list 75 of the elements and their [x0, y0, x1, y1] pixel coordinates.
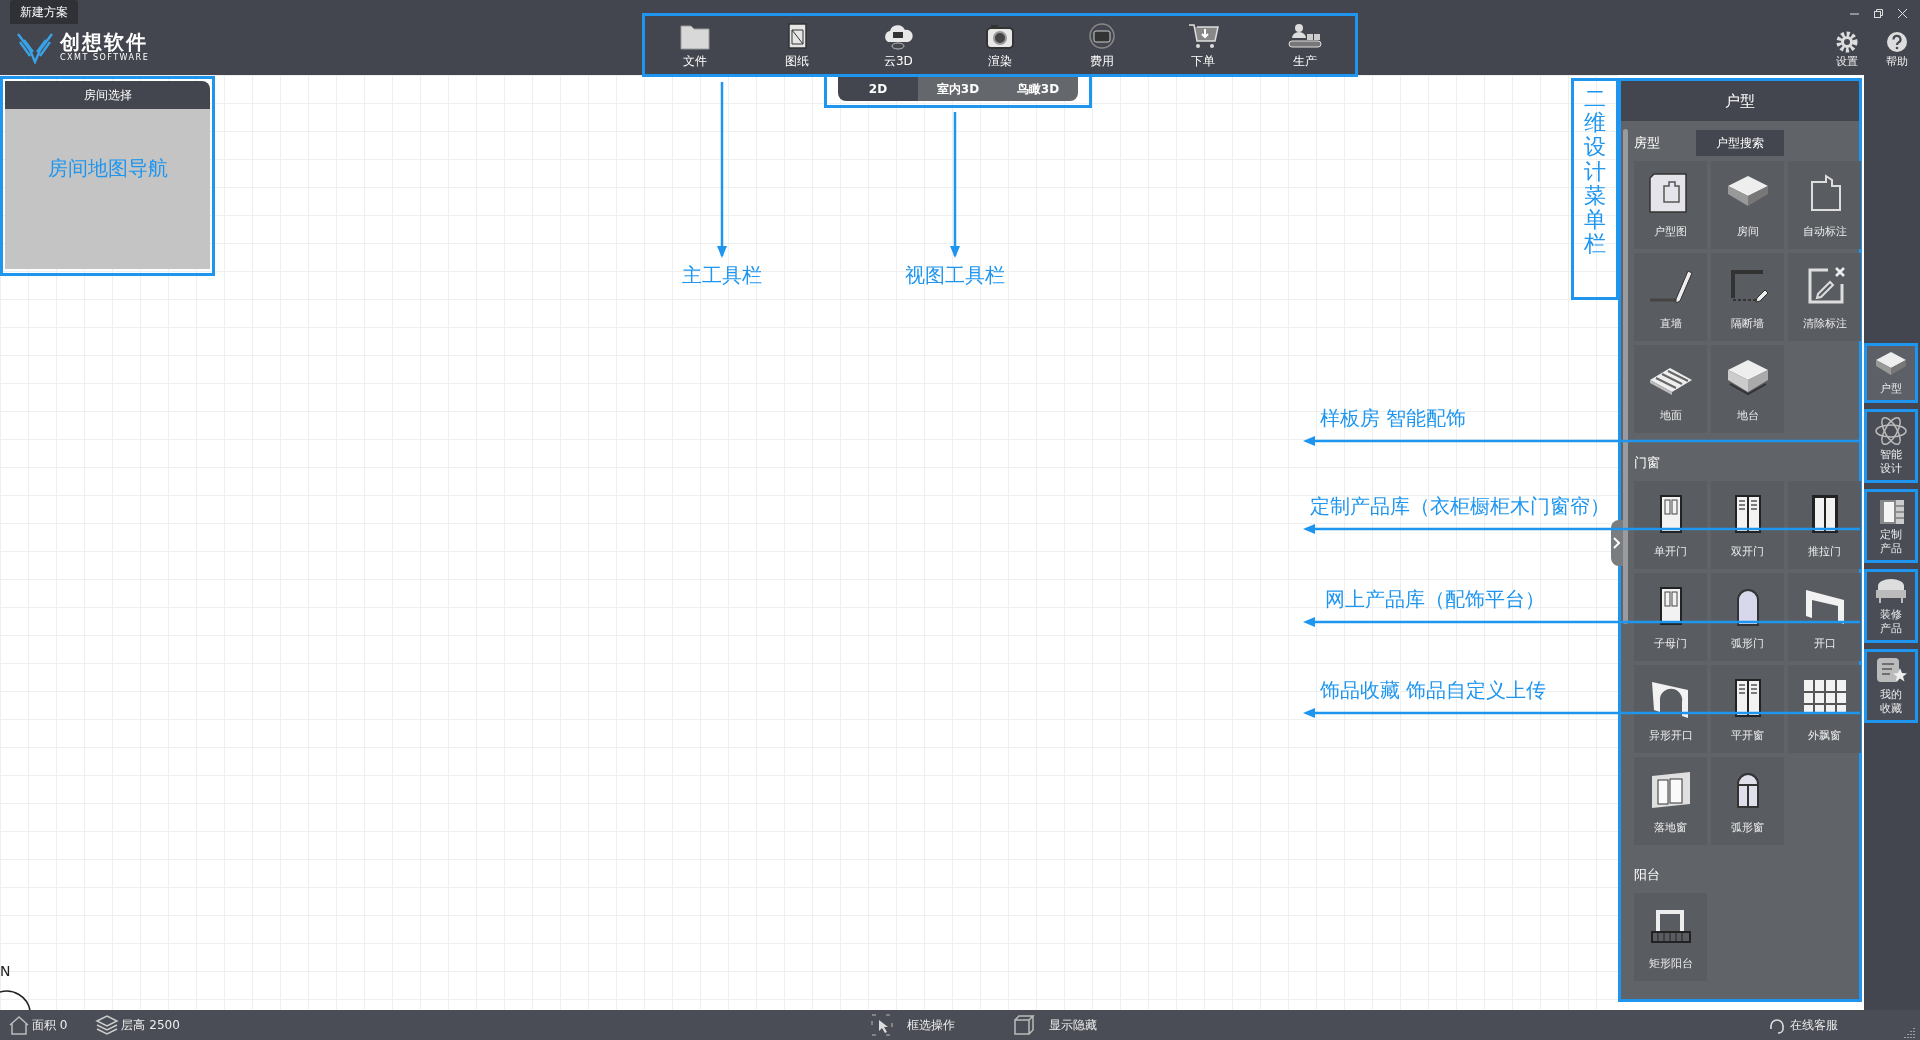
toolbar-button[interactable]: 下单: [1175, 16, 1232, 74]
tool-tile[interactable]: 异形开口: [1634, 665, 1707, 753]
annotation-label: 定制产品库（衣柜橱柜木门窗帘）: [1310, 493, 1610, 520]
help-icon: [1885, 30, 1909, 54]
tool-tile[interactable]: 户型图: [1634, 161, 1707, 249]
tool-tile[interactable]: 自动标注: [1788, 161, 1861, 249]
settings-icon: [1835, 30, 1859, 54]
section-title: 阳台: [1634, 866, 1660, 884]
toolbar-button[interactable]: 文件: [667, 16, 723, 74]
tool-tile[interactable]: 落地窗: [1634, 757, 1707, 845]
tool-tile[interactable]: 弧形窗: [1711, 757, 1784, 845]
box-icon: [1012, 1014, 1035, 1036]
show-hide-button[interactable]: 显示隐藏: [1012, 1014, 1097, 1036]
sofa-icon: [1874, 576, 1908, 606]
annotation-label: 二维设计菜单栏: [1571, 78, 1619, 300]
restore-icon: [1873, 8, 1883, 18]
section-title: 房型: [1634, 134, 1660, 152]
collapse-handle[interactable]: [1611, 520, 1623, 566]
document-tab[interactable]: 新建方案: [10, 0, 78, 24]
close-icon: [1897, 8, 1907, 18]
side-tab[interactable]: 户型: [1864, 343, 1918, 403]
side-tab[interactable]: 装修产品: [1864, 569, 1918, 643]
toolbar-button[interactable]: 图纸: [768, 16, 825, 74]
view-tab[interactable]: 室内3D: [918, 77, 998, 101]
tool-tile[interactable]: 矩形阳台: [1634, 893, 1707, 981]
tool-tile[interactable]: 推拉门: [1788, 481, 1861, 569]
chevron-icon: [1613, 537, 1621, 549]
tool-tile[interactable]: 隔断墙: [1711, 253, 1784, 341]
toolbar-button[interactable]: 云3D: [870, 16, 927, 74]
annotation-label: 饰品收藏 饰品自定义上传: [1320, 677, 1547, 704]
support-button[interactable]: 在线客服: [1768, 1016, 1838, 1034]
box-select-button[interactable]: 框选操作: [870, 1014, 955, 1036]
logo-name: 创想软件: [60, 31, 149, 53]
tool-tile[interactable]: 双开门: [1711, 481, 1784, 569]
toolbar-button[interactable]: 渲染: [971, 16, 1028, 74]
annotation-label: 主工具栏: [682, 261, 762, 289]
scrollbar[interactable]: [1623, 129, 1628, 624]
compass-label: N: [0, 963, 11, 979]
annotation-label: 样板房 智能配饰: [1320, 405, 1467, 432]
section-title: 门窗: [1634, 454, 1660, 472]
annotation-label: 视图工具栏: [905, 261, 1005, 289]
search-button[interactable]: 户型搜索: [1696, 130, 1784, 156]
panel-title: 房间选择: [5, 81, 210, 109]
view-tab[interactable]: 鸟瞰3D: [998, 77, 1078, 101]
view-tab[interactable]: 2D: [838, 77, 918, 101]
tool-tile[interactable]: 房间: [1711, 161, 1784, 249]
layers-icon: [95, 1015, 120, 1035]
panel-title: 户型: [1621, 81, 1859, 121]
tool-tile[interactable]: 平开窗: [1711, 665, 1784, 753]
tool-tile[interactable]: 开口: [1788, 573, 1861, 661]
tool-tile[interactable]: 地台: [1711, 345, 1784, 433]
tool-tile[interactable]: 直墙: [1634, 253, 1707, 341]
select-icon: [870, 1014, 893, 1036]
tool-tile[interactable]: 清除标注: [1788, 253, 1861, 341]
help-button[interactable]: 帮助: [1878, 30, 1916, 69]
tool-tile[interactable]: 子母门: [1634, 573, 1707, 661]
annotation-label: 网上产品库（配饰平台）: [1325, 586, 1545, 613]
floor-height-reading: 层高 2500: [121, 1016, 180, 1034]
side-tab[interactable]: 定制产品: [1864, 489, 1918, 563]
side-tab[interactable]: 智能设计: [1864, 409, 1918, 483]
tool-tile[interactable]: 单开门: [1634, 481, 1707, 569]
settings-button[interactable]: 设置: [1828, 30, 1866, 69]
atom-icon: [1874, 416, 1908, 446]
map-navigation-label: 房间地图导航: [47, 155, 168, 182]
logo-subtitle: CXMT SOFTWARE: [60, 53, 150, 63]
side-tab[interactable]: 我的收藏: [1864, 649, 1918, 723]
tool-tile[interactable]: 地面: [1634, 345, 1707, 433]
design-canvas[interactable]: [0, 75, 1618, 1010]
tool-tile[interactable]: 外飘窗: [1788, 665, 1861, 753]
tool-tile[interactable]: 弧形门: [1711, 573, 1784, 661]
resize-grip-icon[interactable]: [1904, 1026, 1916, 1038]
toolbar-button[interactable]: 生产: [1276, 16, 1333, 74]
house-icon: [8, 1015, 30, 1035]
area-reading: 面积 0: [32, 1016, 68, 1034]
toolbar-button[interactable]: 费用: [1073, 16, 1130, 74]
